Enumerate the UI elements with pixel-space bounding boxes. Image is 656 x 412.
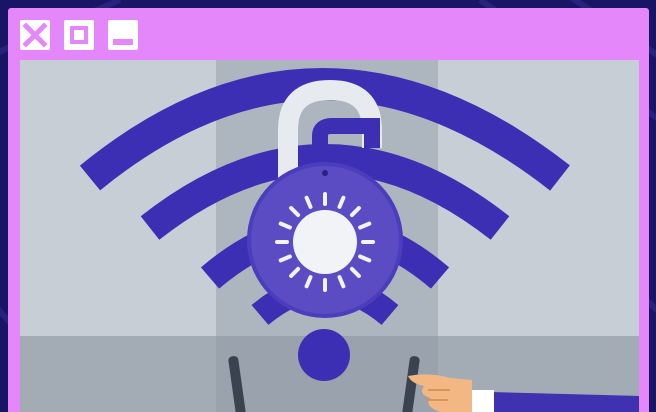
dial-face	[293, 210, 357, 274]
floor-shadow-left	[20, 336, 216, 412]
window-titlebar	[8, 8, 649, 60]
maximize-icon	[70, 26, 88, 44]
app-window	[8, 8, 649, 412]
padlock-keyhole-dot	[322, 170, 328, 176]
wifi-security-illustration	[20, 60, 639, 412]
close-button[interactable]	[20, 20, 50, 50]
window-content	[20, 60, 639, 412]
close-icon	[22, 22, 48, 48]
minimize-icon	[113, 39, 133, 45]
screen	[0, 0, 656, 412]
wifi-dot	[298, 329, 350, 381]
minimize-button[interactable]	[108, 20, 138, 50]
maximize-button[interactable]	[64, 20, 94, 50]
hand-cuff	[472, 390, 494, 412]
